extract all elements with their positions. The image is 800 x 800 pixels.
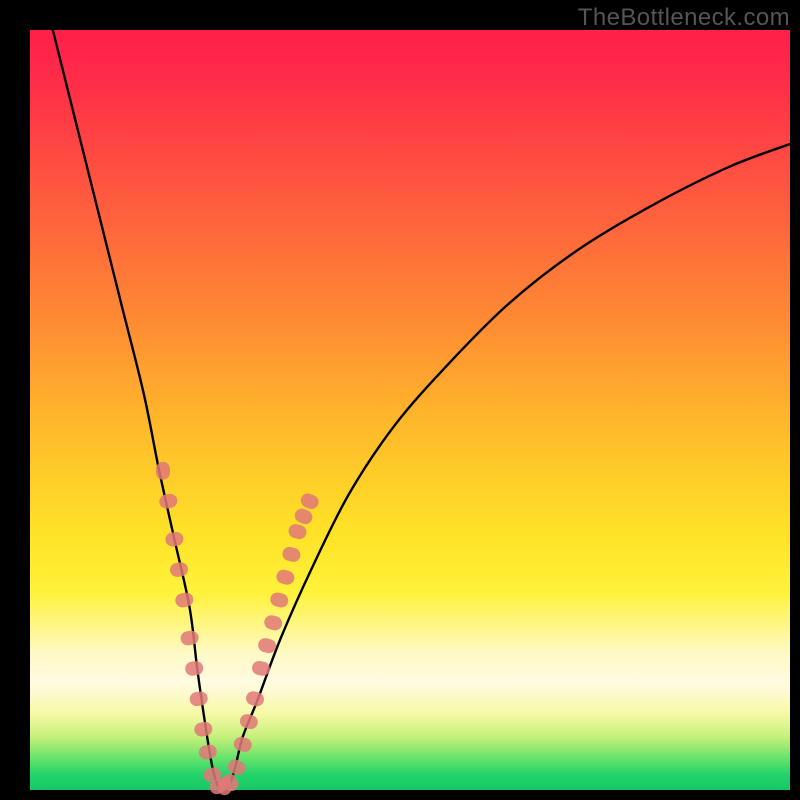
sample-marker [287,523,308,541]
sample-marker [269,591,290,609]
sample-marker [263,614,284,632]
sample-marker [299,491,321,511]
sample-marker [293,507,315,527]
sample-markers-group [156,462,321,797]
sample-marker [180,630,200,646]
sample-marker [174,592,194,609]
watermark-text: TheBottleneck.com [578,4,790,32]
sample-marker [184,660,204,677]
sample-marker [189,691,209,708]
sample-marker [232,735,253,753]
sample-marker [198,743,218,760]
sample-marker [169,561,189,578]
plot-background-gradient [30,30,790,790]
sample-marker [245,690,266,708]
chart-frame: TheBottleneck.com [0,0,800,800]
plot-svg [30,30,790,790]
sample-marker [158,493,178,510]
bottleneck-curve [53,30,790,793]
sample-marker [164,531,184,548]
sample-marker [193,721,213,738]
sample-marker [156,462,170,480]
sample-marker [281,545,302,563]
sample-marker [275,568,296,586]
sample-marker [238,713,259,731]
